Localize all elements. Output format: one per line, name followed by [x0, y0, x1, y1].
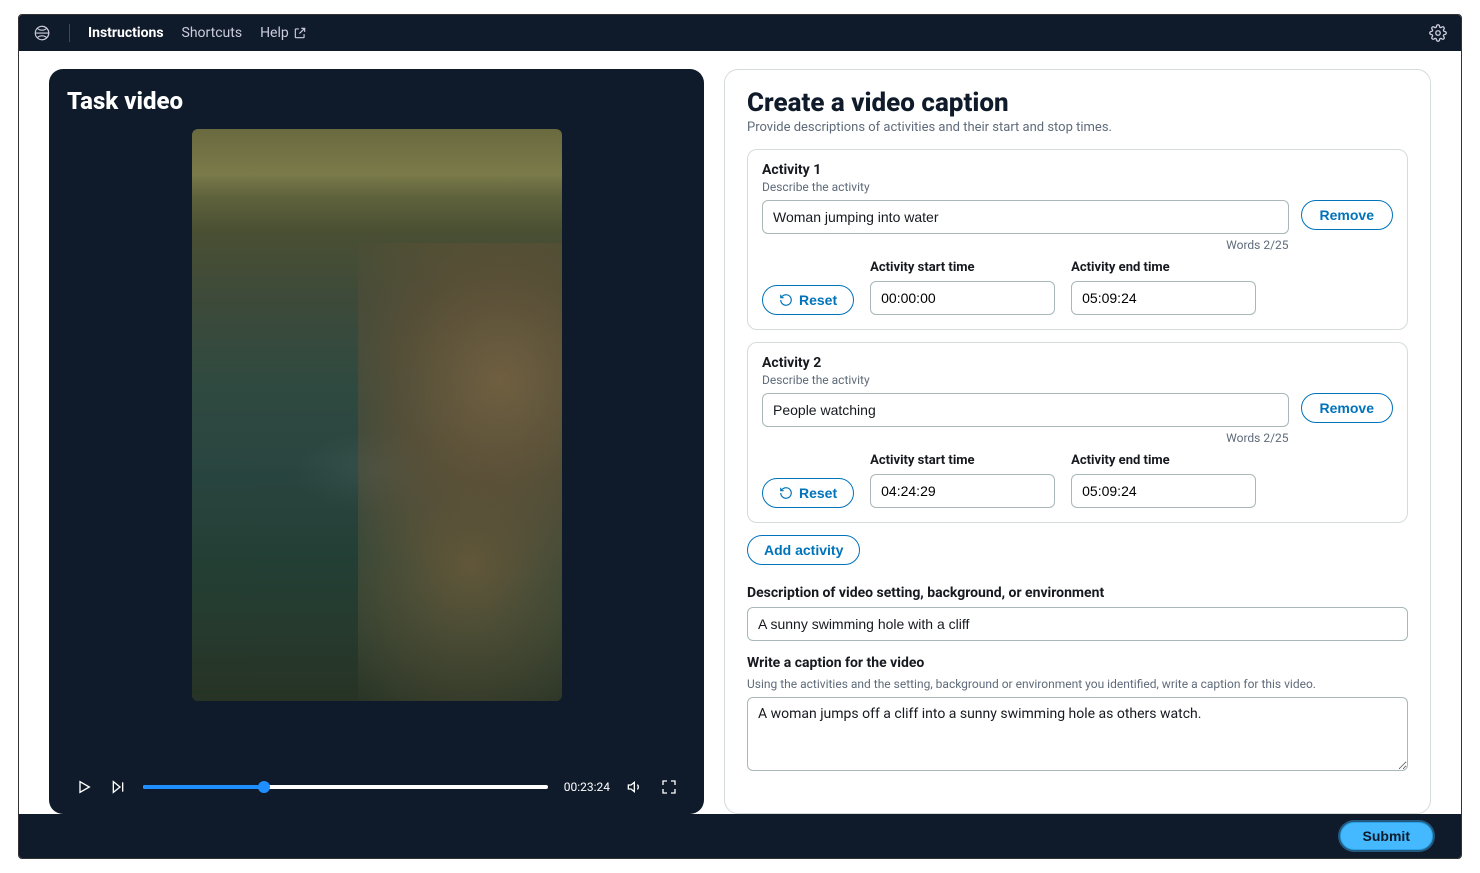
divider — [69, 24, 70, 42]
activity-start-input[interactable] — [870, 281, 1055, 315]
remove-button[interactable]: Remove — [1301, 393, 1393, 423]
reset-button[interactable]: Reset — [762, 478, 854, 508]
start-label: Activity start time — [870, 260, 1055, 275]
describe-label: Describe the activity — [762, 373, 1393, 387]
logo-icon — [33, 24, 51, 42]
activity-end-input[interactable] — [1071, 281, 1256, 315]
form-title: Create a video caption — [747, 88, 1408, 118]
progress-thumb[interactable] — [258, 781, 270, 793]
reset-button[interactable]: Reset — [762, 285, 854, 315]
start-label: Activity start time — [870, 453, 1055, 468]
nav-instructions[interactable]: Instructions — [88, 25, 164, 41]
nav-shortcuts[interactable]: Shortcuts — [182, 25, 243, 41]
describe-label: Describe the activity — [762, 180, 1393, 194]
word-count: Words 2/25 — [762, 431, 1289, 445]
remove-button[interactable]: Remove — [1301, 200, 1393, 230]
fullscreen-icon[interactable] — [660, 778, 678, 796]
word-count: Words 2/25 — [762, 238, 1289, 252]
activity-start-input[interactable] — [870, 474, 1055, 508]
progress-fill — [143, 785, 264, 789]
activity-card-2: Activity 2 Describe the activity Words 2… — [747, 342, 1408, 523]
form-panel: Create a video caption Provide descripti… — [724, 69, 1431, 814]
activity-description-input[interactable] — [762, 200, 1289, 234]
setting-label: Description of video setting, background… — [747, 585, 1408, 601]
video-panel: Task video 00:23:24 — [49, 69, 704, 814]
top-bar: Instructions Shortcuts Help — [19, 15, 1461, 51]
video-controls: 00:23:24 — [67, 766, 686, 802]
activity-title: Activity 1 — [762, 162, 1393, 178]
caption-textarea[interactable] — [747, 697, 1408, 771]
end-label: Activity end time — [1071, 260, 1256, 275]
skip-forward-icon[interactable] — [109, 778, 127, 796]
video-timecode: 00:23:24 — [564, 780, 610, 794]
play-icon[interactable] — [75, 778, 93, 796]
volume-icon[interactable] — [626, 778, 644, 796]
video-title: Task video — [67, 87, 686, 115]
video-progress[interactable] — [143, 785, 548, 789]
caption-label: Write a caption for the video — [747, 655, 1408, 671]
caption-sublabel: Using the activities and the setting, ba… — [747, 677, 1408, 691]
add-activity-button[interactable]: Add activity — [747, 535, 860, 565]
activity-end-input[interactable] — [1071, 474, 1256, 508]
setting-input[interactable] — [747, 607, 1408, 641]
video-frame — [67, 123, 686, 766]
reset-label: Reset — [799, 485, 837, 501]
nav-help[interactable]: Help — [260, 25, 307, 41]
form-subtitle: Provide descriptions of activities and t… — [747, 120, 1408, 135]
gear-icon[interactable] — [1429, 24, 1447, 42]
reset-label: Reset — [799, 292, 837, 308]
activity-card-1: Activity 1 Describe the activity Words 2… — [747, 149, 1408, 330]
footer-bar: Submit — [19, 814, 1461, 858]
activity-description-input[interactable] — [762, 393, 1289, 427]
activity-title: Activity 2 — [762, 355, 1393, 371]
nav-help-label: Help — [260, 25, 289, 41]
end-label: Activity end time — [1071, 453, 1256, 468]
video-placeholder — [192, 129, 562, 701]
submit-button[interactable]: Submit — [1340, 822, 1433, 850]
